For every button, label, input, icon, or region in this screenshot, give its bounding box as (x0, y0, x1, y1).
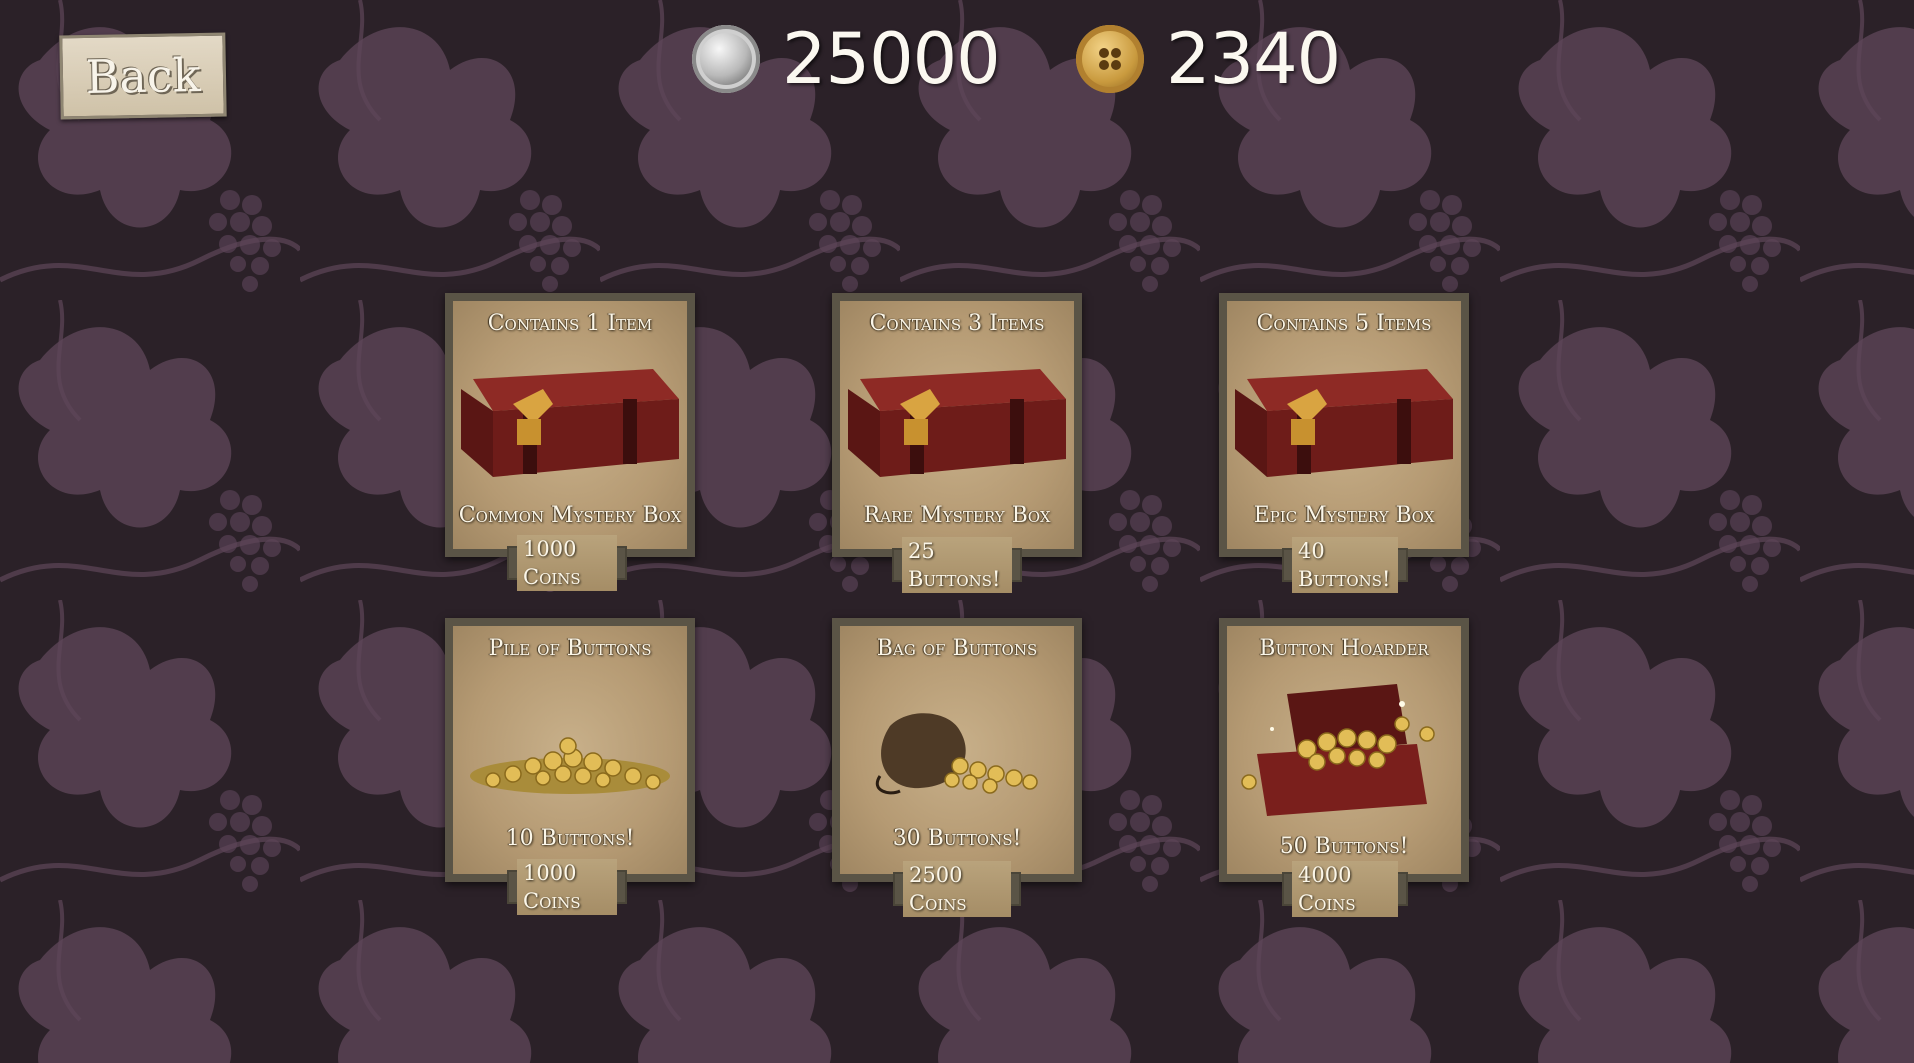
shop-card-button-hoarder[interactable]: Button Hoarder 50 Buttons! (1219, 618, 1469, 882)
price-label: 4000 Coins (1292, 861, 1398, 917)
card-name: Rare Mystery Box (863, 503, 1051, 528)
card-title: Contains 1 Item (487, 311, 653, 336)
price-button[interactable]: 1000 Coins (507, 859, 627, 915)
silver-coin-value: 25000 (782, 18, 1001, 100)
card-name: Epic Mystery Box (1253, 503, 1435, 528)
shop-card-pile-of-buttons[interactable]: Pile of Buttons 10 Buttons! (445, 618, 695, 882)
price-button[interactable]: 25 Buttons! (892, 537, 1022, 593)
gold-button-icon (1076, 25, 1144, 93)
button-currency-counter: 2340 (1076, 14, 1341, 104)
price-label: 2500 Coins (903, 861, 1011, 917)
treasure-chest-icon (1241, 684, 1435, 816)
silver-coin-counter: 25000 (692, 14, 1001, 104)
button-bag-icon (876, 713, 1038, 795)
card-name: 10 Buttons! (505, 826, 635, 851)
red-chest-icon (1235, 369, 1453, 477)
price-button[interactable]: 2500 Coins (893, 861, 1021, 917)
card-title: Bag of Buttons (876, 636, 1038, 661)
card-title: Contains 3 Items (869, 311, 1045, 336)
red-chest-icon (461, 369, 679, 477)
card-title: Contains 5 Items (1256, 311, 1432, 336)
card-name: 50 Buttons! (1279, 834, 1409, 859)
card-title: Button Hoarder (1259, 636, 1429, 661)
card-name: Common Mystery Box (458, 503, 682, 528)
price-label: 25 Buttons! (902, 537, 1012, 593)
button-pile-icon (470, 737, 670, 794)
card-name: 30 Buttons! (892, 826, 1022, 851)
back-button[interactable]: Back (59, 32, 227, 120)
button-currency-value: 2340 (1166, 18, 1341, 100)
price-label: 1000 Coins (517, 859, 617, 915)
price-label: 1000 Coins (517, 535, 617, 591)
shop-card-rare-mystery-box[interactable]: Contains 3 Items Rare Mystery Box (832, 293, 1082, 557)
price-button[interactable]: 1000 Coins (507, 535, 627, 591)
price-button[interactable]: 4000 Coins (1282, 861, 1408, 917)
shop-card-common-mystery-box[interactable]: Contains 1 Item Common Mystery Box (445, 293, 695, 557)
shop-card-epic-mystery-box[interactable]: Contains 5 Items Epic Mystery Box (1219, 293, 1469, 557)
price-label: 40 Buttons! (1292, 537, 1398, 593)
shop-card-bag-of-buttons[interactable]: Bag of Buttons 30 Buttons! (832, 618, 1082, 882)
price-button[interactable]: 40 Buttons! (1282, 537, 1408, 593)
card-title: Pile of Buttons (488, 636, 652, 661)
silver-coin-icon (692, 25, 760, 93)
back-label: Back (85, 48, 201, 104)
red-chest-icon (848, 369, 1066, 477)
